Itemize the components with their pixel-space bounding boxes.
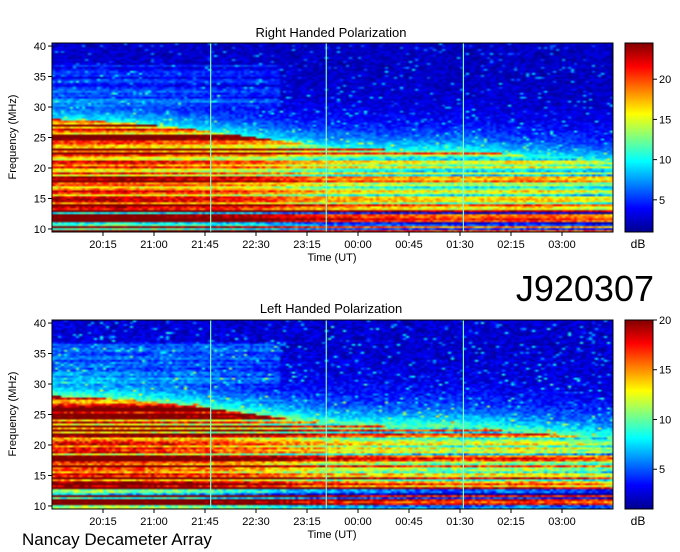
- x-tick-label: 22:30: [242, 516, 270, 528]
- y-axis-label: Frequency (MHz): [7, 372, 19, 457]
- x-tick-label: 00:00: [344, 239, 372, 251]
- colorbar-tick-label: 20: [659, 315, 671, 327]
- y-tick-label: 20: [34, 163, 46, 175]
- y-tick-label: 15: [34, 193, 46, 205]
- y-axis-ticks: 10 15 20 25 30 35 40: [34, 41, 52, 236]
- colorbar-tick-label: 5: [659, 195, 665, 207]
- x-tick-label: 21:45: [191, 516, 219, 528]
- heatmap-area: [52, 320, 613, 509]
- y-axis-label: Frequency (MHz): [7, 95, 19, 180]
- colorbar-ticks: 5 10 15 20: [653, 74, 671, 207]
- y-tick-label: 40: [34, 318, 46, 330]
- panel-title: Left Handed Polarization: [260, 301, 402, 316]
- spectrogram-image: [52, 43, 613, 232]
- x-axis-ticks: 20:15 21:00 21:45 22:30 23:15 00:00 00:45 01:30…: [89, 232, 576, 251]
- x-tick-label: 23:15: [293, 239, 321, 251]
- colorbar-ticks: 5 10 15 20: [653, 315, 671, 476]
- panel-title: Right Handed Polarization: [255, 25, 406, 40]
- x-tick-label: 23:15: [293, 516, 321, 528]
- x-tick-label: 03:00: [548, 516, 576, 528]
- x-tick-label: 21:45: [191, 239, 219, 251]
- x-tick-label: 22:30: [242, 239, 270, 251]
- heatmap-area: [52, 43, 613, 232]
- spectrogram-image: [52, 320, 613, 509]
- x-tick-label: 21:00: [140, 239, 168, 251]
- left-polarization-panel: Left Handed Polarization 10152025303540 …: [7, 301, 671, 541]
- x-tick-label: 20:15: [89, 239, 117, 251]
- colorbar-tick-label: 20: [659, 74, 671, 86]
- y-tick-label: 15: [34, 470, 46, 482]
- colorbar-unit: dB: [631, 514, 646, 528]
- x-tick-label: 00:45: [395, 239, 423, 251]
- array-name-footer: Nancay Decameter Array: [22, 530, 212, 549]
- colorbar: [624, 319, 654, 510]
- y-tick-label: 20: [34, 440, 46, 452]
- colorbar-tick-label: 15: [659, 114, 671, 126]
- colorbar: [624, 42, 654, 233]
- colorbar-unit: dB: [631, 237, 646, 251]
- colorbar-tick-label: 15: [659, 365, 671, 377]
- y-axis-ticks: 10 15 20 25 30 35 40: [34, 318, 52, 513]
- y-tick-label: 30: [34, 102, 46, 114]
- x-tick-label: 21:00: [140, 516, 168, 528]
- y-tick-label: 30: [34, 379, 46, 391]
- x-tick-label: 00:45: [395, 516, 423, 528]
- right-polarization-panel: Right Handed Polarization 10 15 20 25 30 35 40…: [7, 25, 671, 264]
- y-tick-label: 35: [34, 72, 46, 84]
- x-tick-label: 20:15: [89, 516, 117, 528]
- x-tick-label: 01:30: [446, 516, 474, 528]
- y-tick-label: 25: [34, 410, 46, 422]
- x-tick-label: 02:15: [497, 239, 525, 251]
- spectrogram-figure: Right Handed Polarization 10 15 20 25 30 35 40…: [7, 25, 671, 549]
- y-tick-label: 10: [34, 224, 46, 236]
- x-tick-label: 00:00: [344, 516, 372, 528]
- x-axis-label: Time (UT): [307, 529, 356, 541]
- colorbar-tick-label: 10: [659, 155, 671, 167]
- x-tick-label: 01:30: [446, 239, 474, 251]
- y-tick-label: 40: [34, 41, 46, 53]
- x-axis-ticks: 20:15 21:00 21:45 22:30 23:15 00:00 00:45 01:30…: [89, 509, 576, 528]
- colorbar-tick-label: 5: [659, 464, 665, 476]
- y-tick-label: 25: [34, 133, 46, 145]
- event-id-label: J920307: [516, 268, 654, 309]
- y-tick-label: 35: [34, 349, 46, 361]
- x-tick-label: 03:00: [548, 239, 576, 251]
- colorbar-tick-label: 10: [659, 414, 671, 426]
- x-axis-label: Time (UT): [307, 252, 356, 264]
- y-tick-label: 10: [34, 501, 46, 513]
- x-tick-label: 02:15: [497, 516, 525, 528]
